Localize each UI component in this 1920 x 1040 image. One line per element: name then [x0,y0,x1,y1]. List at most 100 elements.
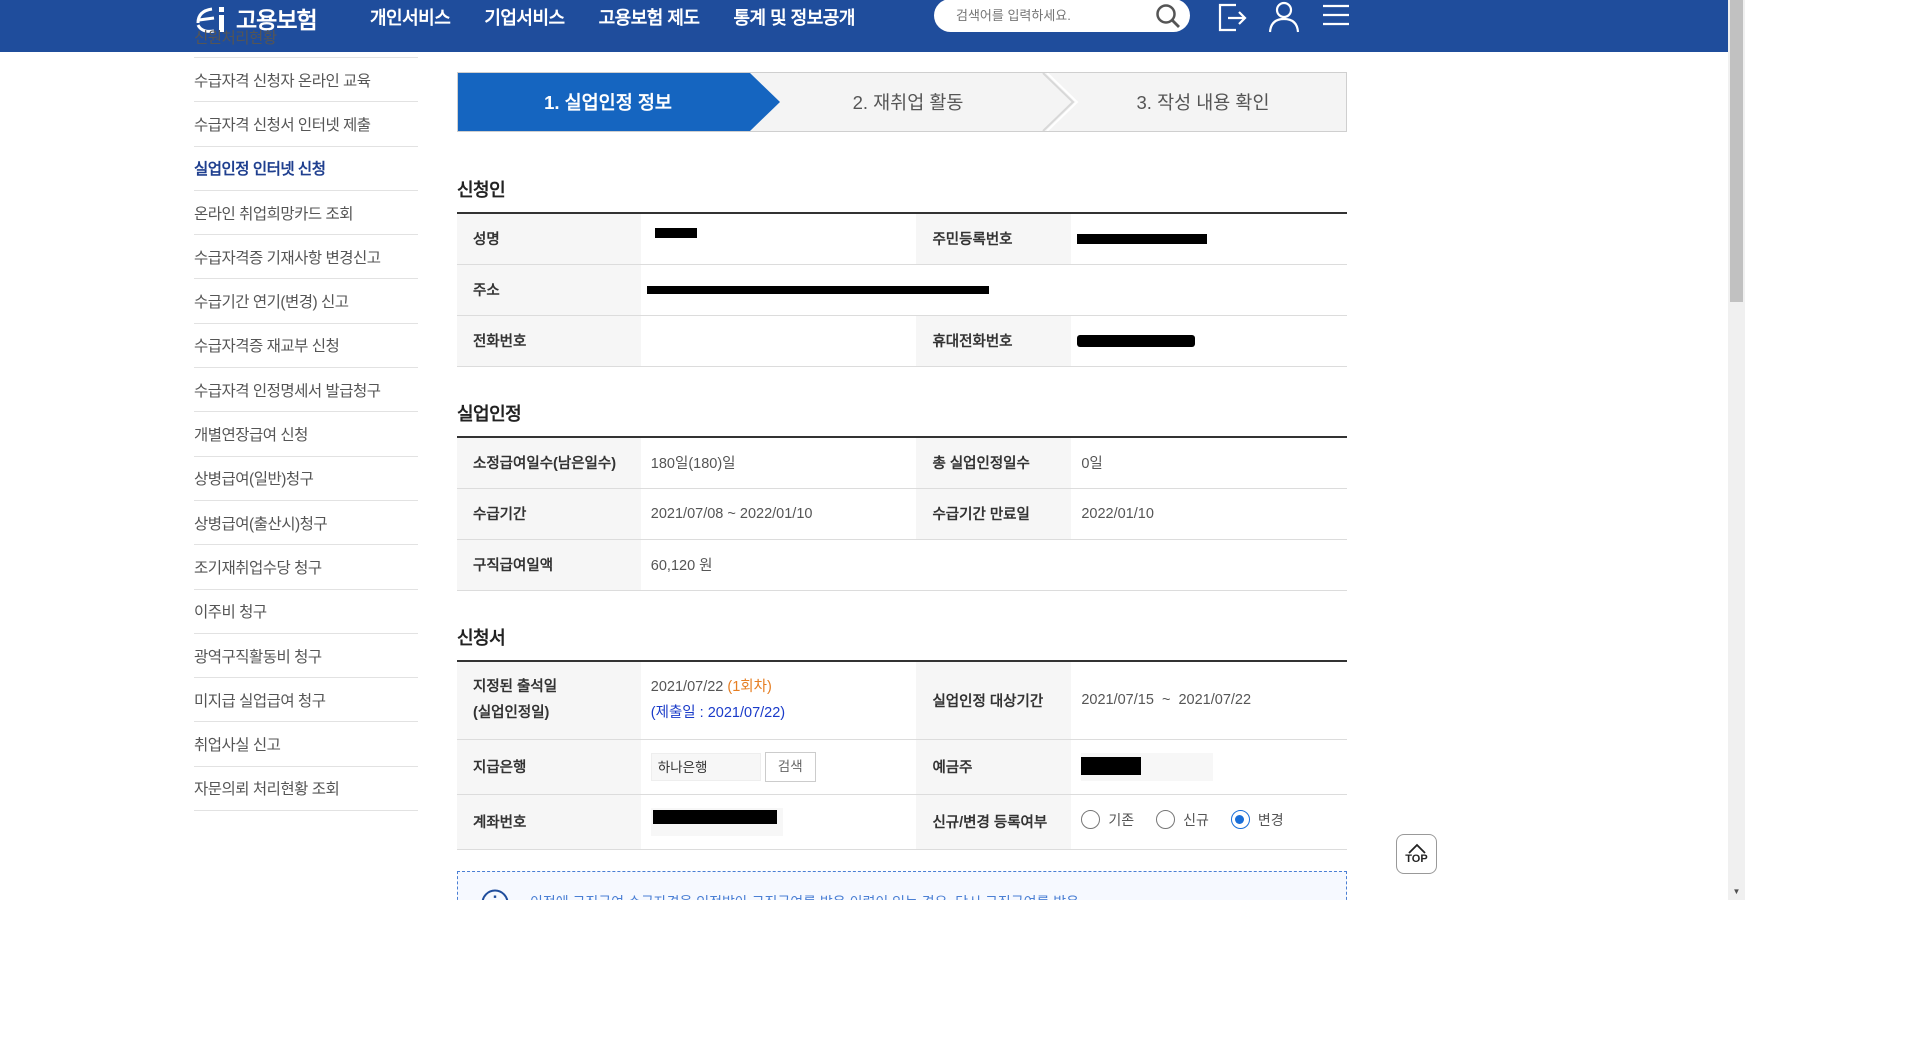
holder-value [1071,739,1347,795]
sidebar-item[interactable]: 이주비 청구 [194,590,418,634]
total-days-value: 0일 [1071,437,1347,489]
bank-search-button[interactable]: 검색 [764,751,816,782]
attendance-date-label: 지정된 출석일 (실업인정일) [457,661,641,740]
section-title-application: 신청서 [457,628,506,648]
sidebar-item[interactable]: 상병급여(일반)청구 [194,457,418,501]
attendance-count: (1회차) [727,679,772,696]
logout-icon[interactable] [1214,0,1250,34]
radio-new[interactable]: 신규 [1156,810,1209,830]
redacted-name [654,227,697,238]
holder-field [1081,752,1214,781]
account-label: 계좌번호 [457,794,641,850]
bank-input[interactable]: 하나은행 [650,752,761,781]
rrn-label: 주민등록번호 [916,213,1072,265]
sidebar-item[interactable]: 신원처리현황 [194,26,418,58]
scroll-down-arrow-icon[interactable]: ▼ [1728,883,1745,900]
empty-cell [916,539,1347,591]
scrollbar-thumb[interactable] [1730,0,1743,302]
application-table: 지정된 출석일 (실업인정일) 2021/07/22 (1회차) (제출일 : … [457,660,1347,850]
phone-label: 전화번호 [457,315,641,367]
sidebar-item[interactable]: 수급자격증 기재사항 변경신고 [194,235,418,280]
radio-existing[interactable]: 기존 [1081,810,1134,830]
nav-statistics[interactable]: 통계 및 정보공개 [734,4,856,30]
name-label: 성명 [457,213,641,265]
registration-label: 신규/변경 등록여부 [916,794,1072,850]
period-label: 수급기간 [457,488,641,540]
address-value [640,264,1347,316]
mobile-label: 휴대전화번호 [916,315,1072,367]
submit-date: (제출일 : 2021/07/22) [650,705,786,722]
search-icon[interactable] [1154,2,1182,30]
rrn-value [1071,213,1347,265]
search-input[interactable] [956,8,1146,23]
sidebar-item[interactable]: 온라인 취업희망카드 조회 [194,191,418,236]
sidebar-item[interactable]: 미지급 실업급여 청구 [194,678,418,723]
sidebar-item[interactable]: 수급기간 연기(변경) 신고 [194,279,418,324]
redacted-rrn [1077,233,1208,244]
notice-text: 이전에 구직급여 수급자격을 인정받아 구직급여를 받은 이력이 있는 경우, … [530,892,1079,900]
search-box [934,0,1190,32]
sidebar-item[interactable]: 개별연장급여 신청 [194,412,418,457]
radio-change-label: 변경 [1257,811,1284,828]
menu-icon[interactable] [1318,0,1354,34]
sidebar-item[interactable]: 취업사실 신고 [194,722,418,767]
total-days-label: 총 실업인정일수 [916,437,1072,489]
sidebar-item[interactable]: 수급자격 인정명세서 발급청구 [194,368,418,413]
recognition-table: 소정급여일수(남은일수) 180일(180)일 총 실업인정일수 0일 수급기간… [457,436,1347,591]
step-2: 2. 재취업 활동 [852,92,964,113]
redacted-mobile [1077,334,1196,347]
sidebar-item[interactable]: 수급자격증 재교부 신청 [194,324,418,369]
sidebar-item[interactable]: 수급자격 신청자 온라인 교육 [194,58,418,103]
redacted-holder [1081,756,1142,775]
attendance-date-label-1: 지정된 출석일 [473,679,558,696]
address-label: 주소 [457,264,641,316]
target-period-value: 2021/07/15 ~ 2021/07/22 [1071,661,1347,740]
expire-label: 수급기간 만료일 [916,488,1072,540]
radio-change[interactable]: 변경 [1230,810,1284,830]
daily-amount-value: 60,120 원 [640,539,917,591]
scroll-top-button[interactable]: TOP [1396,834,1437,874]
notice-box: 이전에 구직급여 수급자격을 인정받아 구직급여를 받은 이력이 있는 경우, … [457,871,1347,900]
target-period-label: 실업인정 대상기간 [916,661,1072,740]
sidebar-menu: 신원처리현황 수급자격 신청자 온라인 교육 수급자격 신청서 인터넷 제출 실업인정… [194,30,418,812]
attendance-date-value: 2021/07/22 (1회차) (제출일 : 2021/07/22) [640,661,917,740]
sidebar-item[interactable]: 광역구직활동비 청구 [194,634,418,679]
user-icon[interactable] [1266,0,1302,34]
radio-existing-label: 기존 [1108,811,1135,828]
section-title-applicant: 신청인 [457,180,506,200]
nav-insurance-system[interactable]: 고용보험 제도 [599,4,700,30]
info-icon [481,889,509,900]
attendance-date-label-2: (실업인정일) [473,705,550,722]
sidebar-item[interactable]: 상병급여(출산시)청구 [194,501,418,546]
main-nav: 개인서비스 기업서비스 고용보험 제도 통계 및 정보공개 [370,0,855,34]
vertical-scrollbar[interactable]: ▼ [1728,0,1745,900]
bank-value-cell: 하나은행 검색 [640,739,917,795]
sidebar-item[interactable]: 자문의뢰 처리현황 조회 [194,767,418,812]
sidebar-item[interactable]: 실업인정 인터넷 신청 [194,147,418,191]
mobile-value [1071,315,1347,367]
sidebar-item[interactable]: 수급자격 신청서 인터넷 제출 [194,102,418,147]
radio-existing-circle[interactable] [1081,810,1101,830]
sidebar-item[interactable]: 조기재취업수당 청구 [194,545,418,590]
radio-change-circle[interactable] [1230,810,1250,830]
daily-amount-label: 구직급여일액 [457,539,641,591]
radio-new-circle[interactable] [1156,810,1176,830]
period-value: 2021/07/08 ~ 2022/01/10 [640,488,917,540]
radio-new-label: 신규 [1183,811,1209,828]
section-title-recognition: 실업인정 [457,404,522,424]
step-1: 1. 실업인정 정보 [544,92,672,113]
benefit-days-label: 소정급여일수(남은일수) [457,437,641,489]
account-input[interactable] [650,807,783,836]
nav-business[interactable]: 기업서비스 [484,4,565,30]
expire-value: 2022/01/10 [1071,488,1347,540]
phone-value [640,315,917,367]
redacted-address [646,285,989,294]
name-value [640,213,917,265]
account-value [640,794,917,850]
step-3: 3. 작성 내용 확인 [1136,92,1270,113]
bank-label: 지급은행 [457,739,641,795]
top-label: TOP [1405,853,1428,865]
attendance-date: 2021/07/22 [650,679,724,696]
browser-viewport: 고용보험 개인서비스 기업서비스 고용보험 제도 통계 및 정보공개 검색어를 … [0,0,1728,900]
progress-steps: 1. 실업인정 정보 2. 재취업 활동 3. 작성 내용 확인 [457,72,1347,132]
